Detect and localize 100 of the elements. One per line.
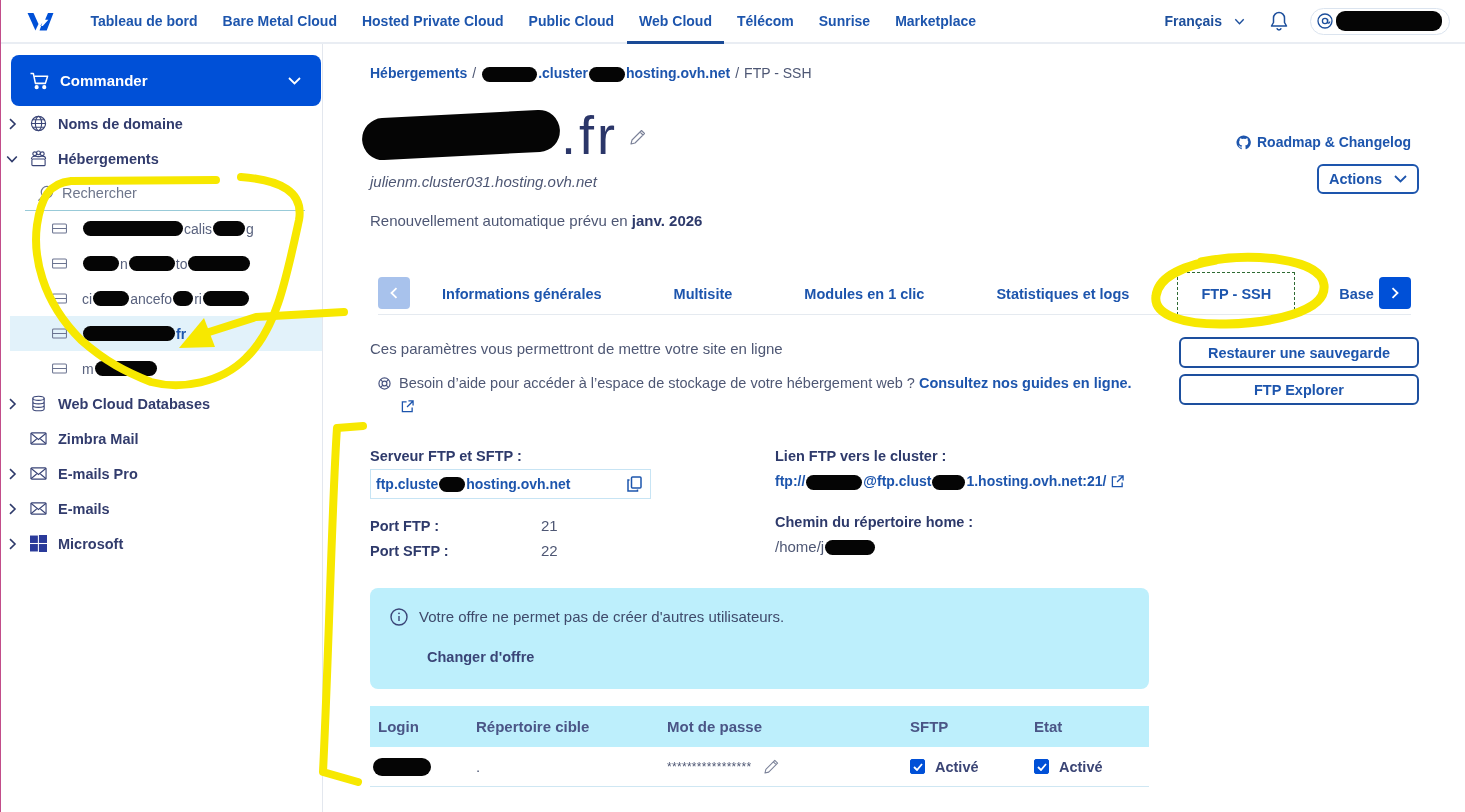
pencil-icon[interactable] xyxy=(763,759,779,774)
chevron-right-icon[interactable] xyxy=(8,397,17,410)
tab[interactable]: Statistiques et logs xyxy=(972,272,1154,314)
home-path: /home/j xyxy=(775,537,825,557)
pencil-icon[interactable] xyxy=(630,129,646,145)
nav-link[interactable]: Tableau de bord xyxy=(78,0,211,44)
chevron-right-icon[interactable] xyxy=(8,467,17,480)
four-squares-icon xyxy=(30,535,47,552)
field-label: Chemin du répertoire home : xyxy=(775,513,975,532)
hosting-list-item[interactable]: calis g xyxy=(10,211,322,246)
account-button[interactable] xyxy=(1310,7,1450,35)
breadcrumb-link[interactable]: .cluster hosting.ovh.net xyxy=(481,63,731,83)
card-icon xyxy=(52,328,67,339)
redaction-mark xyxy=(188,256,251,271)
hosting-list-item[interactable]: n to xyxy=(10,246,322,281)
roadmap-link[interactable]: Roadmap & Changelog xyxy=(1236,132,1411,152)
redaction-mark xyxy=(83,256,119,271)
help-text: Besoin d’aide pour accéder à l’espace de stockage de votre hébergement web ? Consultez nos guides en ligne. xyxy=(399,372,1144,418)
sidebar-item[interactable]: Zimbra Mail xyxy=(1,421,322,456)
card-icon xyxy=(52,258,67,269)
envelope-icon xyxy=(30,500,47,517)
server-address-field[interactable]: ftp.cluste hosting.ovh.net xyxy=(370,469,651,499)
nav-link[interactable]: Sunrise xyxy=(806,0,883,44)
outline-button[interactable]: FTP Explorer xyxy=(1179,374,1419,405)
redaction-mark xyxy=(93,291,130,306)
breadcrumb-link[interactable]: Hébergements xyxy=(370,63,468,83)
checkbox[interactable] xyxy=(1034,759,1049,774)
redaction-mark xyxy=(173,291,194,306)
redaction-mark xyxy=(128,256,175,271)
port-label: Port SFTP : xyxy=(370,542,450,561)
external-link-icon[interactable] xyxy=(401,400,414,413)
redaction-mark xyxy=(932,474,966,490)
copy-icon[interactable] xyxy=(627,476,642,492)
chevron-down-icon[interactable] xyxy=(6,154,18,163)
redaction-mark xyxy=(806,474,863,490)
chevron-right-icon[interactable] xyxy=(8,537,17,550)
column-header: SFTP xyxy=(909,717,950,737)
chevron-right-icon xyxy=(1391,287,1399,299)
site-title: .fr xyxy=(561,104,618,166)
column-header: Etat xyxy=(1033,717,1064,737)
sidebar-item[interactable]: E-mails xyxy=(1,491,322,526)
chevron-left-icon xyxy=(390,287,398,299)
nav-link[interactable]: Bare Metal Cloud xyxy=(210,0,350,44)
people-icon xyxy=(30,150,47,167)
envelope-icon xyxy=(30,430,47,447)
sidebar-item[interactable]: Hébergements xyxy=(1,141,322,176)
sidebar-item[interactable]: Noms de domaine xyxy=(1,106,322,141)
actions-button[interactable]: Actions xyxy=(1317,164,1419,194)
field-label: Lien FTP vers le cluster : xyxy=(775,447,948,466)
tab[interactable]: Base xyxy=(1319,272,1376,314)
hosting-list-item[interactable]: ci ancefo ri xyxy=(10,281,322,316)
order-button[interactable]: Commander xyxy=(11,55,321,106)
column-header: Mot de passe xyxy=(666,717,764,737)
redaction-mark xyxy=(373,757,431,776)
card-icon xyxy=(52,293,67,304)
chevron-down-icon xyxy=(1234,17,1245,25)
redaction-mark xyxy=(588,66,625,82)
hosting-name: julienm.cluster031.hosting.ovh.net xyxy=(370,172,599,192)
tab[interactable]: FTP - SSH xyxy=(1177,272,1296,314)
external-link-icon[interactable] xyxy=(1111,474,1125,488)
bell-icon[interactable] xyxy=(1270,11,1288,31)
password-mask: ***************** xyxy=(667,759,752,774)
notice-text: Votre offre ne permet pas de créer d'autres utilisateurs. xyxy=(419,607,785,627)
tab[interactable]: Modules en 1 clic xyxy=(780,272,949,314)
column-header: Login xyxy=(377,717,420,737)
sidebar-item[interactable]: Web Cloud Databases xyxy=(1,386,322,421)
breadcrumb-separator: / xyxy=(735,64,740,83)
sidebar-item[interactable]: E-mails Pro xyxy=(1,456,322,491)
change-offer-link[interactable]: Changer d'offre xyxy=(427,647,535,667)
nav-link[interactable]: Hosted Private Cloud xyxy=(349,0,517,44)
redaction-mark xyxy=(213,221,245,236)
search-field[interactable]: Rechercher xyxy=(25,176,305,211)
card-icon xyxy=(52,363,67,374)
nav-link[interactable]: Marketplace xyxy=(882,0,989,44)
guides-link[interactable]: Consultez nos guides en ligne. xyxy=(918,375,1132,391)
chevron-right-icon[interactable] xyxy=(8,502,17,515)
nav-link[interactable]: Public Cloud xyxy=(516,0,627,44)
intro-text: Ces paramètres vous permettront de mettre votre site en ligne xyxy=(370,339,784,359)
tab[interactable]: Multisite xyxy=(649,272,757,314)
at-sign-icon xyxy=(1317,13,1333,29)
sidebar-item[interactable]: Microsoft xyxy=(1,526,322,561)
cart-icon xyxy=(30,71,49,90)
hosting-list-item[interactable]: m xyxy=(10,351,322,386)
database-icon xyxy=(30,395,47,412)
outline-button[interactable]: Restaurer une sauvegarde xyxy=(1179,337,1419,368)
renewal-text: Renouvellement automatique prévu en janv. 2026 xyxy=(370,211,703,231)
port-value: 21 xyxy=(541,516,559,536)
table-cell-text: . xyxy=(475,757,482,777)
redaction-mark xyxy=(825,539,876,555)
tab[interactable]: Informations générales xyxy=(418,272,626,314)
checkbox[interactable] xyxy=(910,759,925,774)
chevron-right-icon[interactable] xyxy=(8,117,17,130)
cluster-ftp-link[interactable]: ftp:// @ftp.clust 1.hosting.ovh.net:21/ xyxy=(775,471,1107,491)
column-header: Répertoire cible xyxy=(475,717,591,737)
info-icon xyxy=(390,608,408,626)
language-selector[interactable]: Français xyxy=(1164,0,1245,42)
nav-link[interactable]: Web Cloud xyxy=(626,0,725,44)
nav-link[interactable]: Télécom xyxy=(724,0,807,44)
port-label: Port FTP : xyxy=(370,517,440,536)
next-tab-button[interactable] xyxy=(1379,277,1411,309)
